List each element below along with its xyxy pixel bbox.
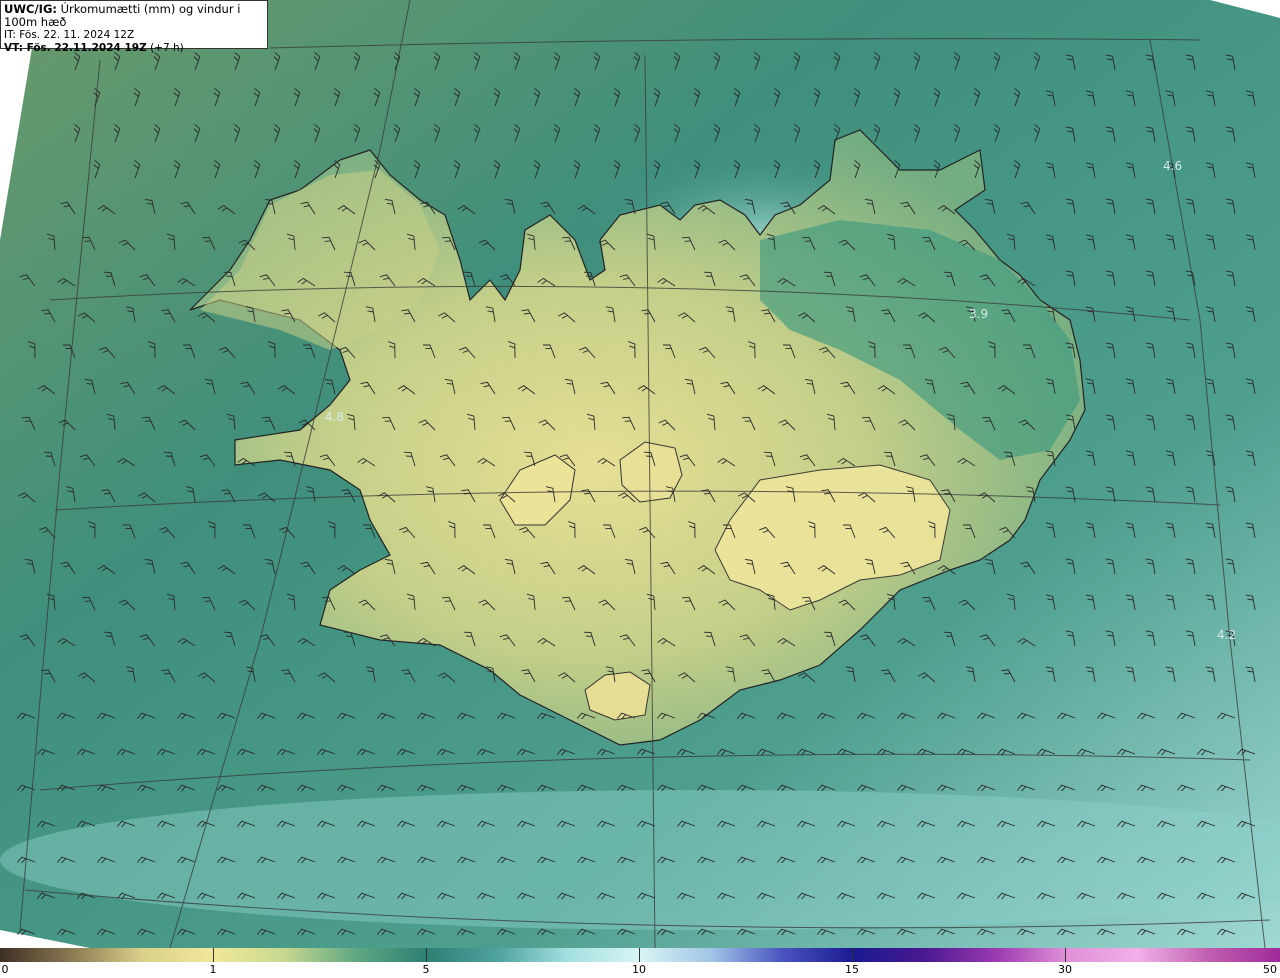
colorbar-label: 1 [209, 963, 217, 976]
valid-time: VT: Fös. 22.11.2024 19Z [4, 42, 147, 54]
map-viewer: UWC/IG: Úrkomumætti (mm) og vindur i 100… [0, 0, 1280, 978]
colorbar-label: 0 [1, 963, 9, 976]
map-value-label: 4.8 [325, 410, 345, 424]
precipitation-wind-map [0, 0, 1280, 948]
colorbar-label: 15 [845, 963, 859, 976]
map-value-label: 4.6 [1163, 159, 1183, 173]
valid-offset: (+7 h) [150, 42, 184, 54]
colorbar-strip [0, 948, 1280, 962]
product-code: UWC/IG: [4, 2, 57, 16]
init-time: IT: Fös. 22. 11. 2024 12Z [4, 29, 135, 41]
map-value-label: 3.9 [969, 307, 989, 321]
colorbar-label: 10 [632, 963, 646, 976]
colorbar-label: 50 [1263, 963, 1277, 976]
map-value-label: 4.2 [1217, 628, 1237, 642]
map-title-box: UWC/IG: Úrkomumætti (mm) og vindur i 100… [0, 0, 268, 54]
colorbar-label: 30 [1058, 963, 1072, 976]
colorbar-legend: 0 1 5 10 15 30 50 [0, 948, 1280, 978]
colorbar-label: 5 [422, 963, 430, 976]
